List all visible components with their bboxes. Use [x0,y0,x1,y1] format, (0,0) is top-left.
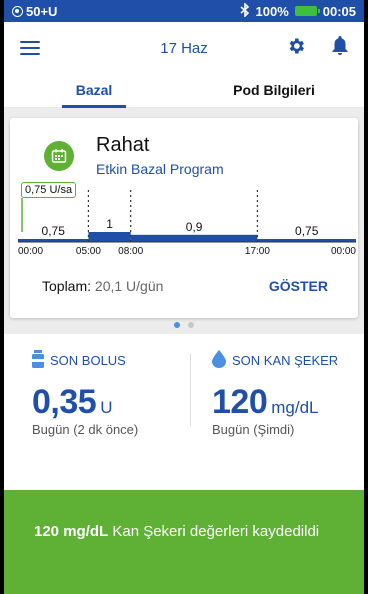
last-bolus-time: Bugün (2 dk önce) [32,422,139,437]
tab-basal[interactable]: Bazal [4,74,184,108]
carousel-pager [4,322,364,328]
bluetooth-icon [239,1,250,20]
pod-icon [12,5,23,17]
basal-segment-rate-label: 0,9 [186,220,203,234]
basal-segment-rate-label: 0,75 [42,224,66,238]
last-bg-value: 120 mg/dL [212,383,364,422]
tab-bar: Bazal Pod Bilgileri [4,74,364,108]
basal-segment-bar [88,232,131,242]
time-tick-label: 08:00 [118,246,143,257]
program-status: Etkin Bazal Program [96,161,224,177]
time-tick-label: 05:00 [76,246,101,257]
last-bg-title: SON KAN ŞEKER [232,353,339,368]
status-right: 100% 00:05 [239,1,356,20]
summary-stats: SON BOLUS 0,35 U Bugün (2 dk önce) SON K… [4,334,364,437]
last-bolus-amount: 0,35 [32,383,97,421]
banner-bg-value: 120 mg/dL [34,523,109,540]
last-bg-panel[interactable]: SON KAN ŞEKER 120 mg/dL Bugün (Şimdi) [184,334,364,437]
bell-icon[interactable] [332,35,348,61]
last-bg-amount: 120 [212,383,268,421]
basal-rate-chart: 0,75 1 0,9 0,75 00:00 05:00 08:00 17:00 00:00 [18,190,356,257]
blood-drop-icon [212,350,226,371]
basal-segment-rate-label: 1 [106,217,113,231]
last-bolus-header: SON BOLUS [32,350,184,371]
header-actions [286,35,348,61]
program-name: Rahat [96,134,150,156]
show-button[interactable]: GÖSTER [269,278,328,294]
banner-message: Kan Şekeri değerleri kaydedildi [108,523,320,540]
time-tick-label: 00:00 [18,246,43,257]
last-bolus-value: 0,35 U [32,383,184,422]
basal-segment-bar [130,234,258,242]
gear-icon[interactable] [286,36,306,61]
battery-percent: 100% [255,3,289,19]
tab-basal-label: Bazal [75,82,113,98]
carousel-area: Rahat Etkin Bazal Program 0,75 1 0,9 0,75 0… [4,108,364,334]
daily-total-label: Toplam: [42,278,92,294]
tab-pod-info-label: Pod Bilgileri [233,82,315,98]
last-bg-time: Bugün (Şimdi) [212,422,295,437]
insulin-vial-icon [32,350,44,371]
clock: 00:05 [322,3,356,19]
time-tick-label: 17:00 [245,246,270,257]
pager-dot-1[interactable] [174,322,180,328]
app-header: 17 Haz [4,22,364,74]
confirmation-banner: 120 mg/dL Kan Şekeri değerleri kaydedild… [4,490,364,594]
pod-label: 50+U [26,3,58,19]
pod-status: 50+U [12,4,57,19]
last-bg-unit: mg/dL [271,398,319,417]
last-bolus-unit: U [100,398,113,417]
daily-total: Toplam: 20,1 U/gün [42,278,163,294]
last-bg-header: SON KAN ŞEKER [212,350,364,371]
pager-dot-2[interactable] [188,322,194,328]
basal-program-card[interactable]: Rahat Etkin Bazal Program 0,75 1 0,9 0,75 0… [10,118,358,318]
basal-segment-rate-label: 0,75 [295,224,319,238]
time-tick-label: 00:00 [331,246,356,257]
last-bolus-panel[interactable]: SON BOLUS 0,35 U Bugün (2 dk önce) [4,334,184,437]
last-bolus-title: SON BOLUS [50,353,126,368]
status-bar: 50+U 100% 00:05 [4,0,364,22]
menu-icon[interactable] [20,41,40,55]
daily-total-value: 20,1 U/gün [94,278,164,294]
calendar-icon [44,141,74,171]
app-screen: 50+U 100% 00:05 17 Haz Bazal Pod Bilgile… [4,0,364,594]
battery-icon [294,6,320,16]
tab-pod-info[interactable]: Pod Bilgileri [184,74,364,107]
current-rate-badge: 0,75 U/sa [21,182,77,198]
